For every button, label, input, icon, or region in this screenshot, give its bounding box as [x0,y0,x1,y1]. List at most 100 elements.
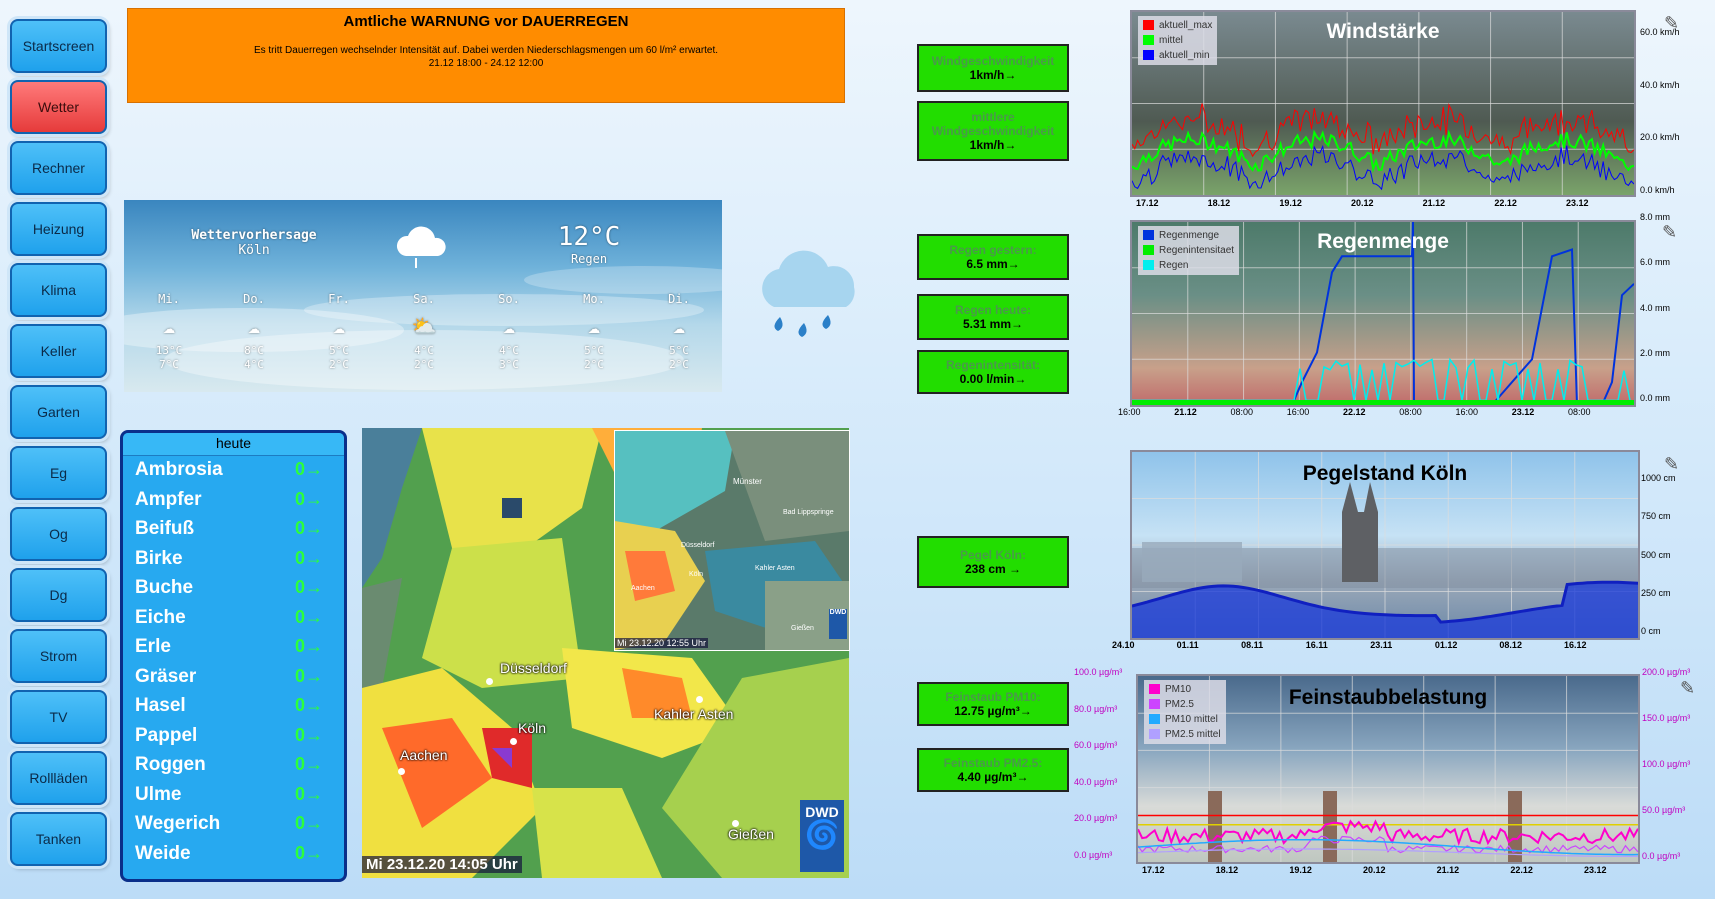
nav-button-klima[interactable]: Klima [10,263,107,317]
rain-today-box[interactable]: Regen heute: 5.31 mm→ [917,294,1069,340]
x-tick-label: 24.10 [1112,640,1135,650]
inset-dwd-logo: DWD [829,609,847,639]
current-temp: 12°C [557,222,621,252]
forecast-day: Fr. ☁ 5°C 2°C [300,292,378,372]
rain-chart[interactable]: Regenmenge Regenmenge Regenintensitaet Reg… [1130,220,1636,407]
x-tick-label: 23.11 [1370,640,1393,650]
pollen-row-wegerich: Wegerich 0→ [135,813,335,841]
legend-item: aktuell_min [1143,48,1212,63]
y-tick-label: 500 cm [1641,549,1671,560]
pollen-name: Beifuß [135,518,195,539]
nav-button-eg[interactable]: Eg [10,446,107,500]
x-tick-label: 21.12 [1422,198,1446,208]
forecast-day-name: Do. [243,292,265,306]
nav-button-rechner[interactable]: Rechner [10,141,107,195]
legend-label: mittel [1159,35,1183,46]
city-label-giessen: Gießen [728,826,774,842]
inset-city-muenster: Münster [733,477,762,486]
wind-chart[interactable]: Windstärke aktuell_max mittel aktuell_min [1130,10,1636,197]
pegel-chart[interactable]: Pegelstand Köln [1130,450,1640,640]
nav-button-wetter[interactable]: Wetter [10,80,107,134]
pegel-value: 238 cm → [964,562,1022,576]
pollen-value: 0→ [295,695,324,715]
pollen-value: 0→ [295,783,324,804]
city-marker [486,678,493,685]
legend-label: aktuell_min [1159,50,1210,61]
wind-speed-box[interactable]: Windgeschwindigkeit 1km/h→ [917,44,1069,92]
rain-intensity-value: 0.00 l/min→ [959,372,1027,386]
rain-intensity-bars [1132,400,1634,405]
forecast-day-name: Mi. [158,292,180,306]
city-label-koeln: Köln [518,720,547,736]
city-marker [696,696,703,703]
y-tick-label: 0.0 km/h [1640,185,1675,195]
pollen-row-birke: Birke 0→ [135,548,335,576]
x-tick-label: 18.12 [1215,865,1239,875]
forecast-day: So. ☁ 4°C 3°C [470,292,548,372]
pegel-box[interactable]: Pegel Köln: 238 cm → [917,536,1069,588]
pollen-name: Erle [135,636,171,657]
edit-rain-chart-icon[interactable]: ✎ [1662,222,1677,243]
crane-building [1142,542,1242,582]
x-tick-label: 16:00 [1118,407,1141,417]
city-label-kahler-asten: Kahler Asten [654,706,734,722]
forecast-day-name: Mo. [583,292,605,306]
edit-pm-chart-icon[interactable]: ✎ [1680,678,1695,699]
warning-text: Es tritt Dauerregen wechselnder Intensit… [128,44,844,70]
avg-wind-speed-box[interactable]: mittlere Windgeschwindigkeit 1km/h→ [917,101,1069,161]
legend-item: PM2.5 mittel [1149,727,1221,742]
legend-label: Regenmenge [1159,230,1220,241]
city-marker [398,768,405,775]
legend-swatch [1143,20,1154,31]
nav-button-heizung[interactable]: Heizung [10,202,107,256]
warning-line1: Es tritt Dauerregen wechselnder Intensit… [253,45,719,56]
pollen-row-hasel: Hasel 0→ [135,695,335,723]
y-tick-label: 150.0 µg/m³ [1642,713,1691,723]
nav-button-rollläden[interactable]: Rollläden [10,751,107,805]
rain-intensity-box[interactable]: Regenintensität: 0.00 l/min→ [917,350,1069,394]
nav-button-startscreen[interactable]: Startscreen [10,19,107,73]
legend-swatch [1149,714,1160,725]
forecast-day-name: Di. [668,292,690,306]
nav-button-keller[interactable]: Keller [10,324,107,378]
rain-yesterday-box[interactable]: Regen gestern: 6.5 mm→ [917,234,1069,280]
pollen-name: Ampfer [135,488,202,510]
rain-cloud-icon [762,250,855,337]
forecast-day-name: So. [498,292,520,306]
legend-item: PM10 [1149,682,1221,697]
edit-pegel-chart-icon[interactable]: ✎ [1664,454,1679,475]
nav-button-strom[interactable]: Strom [10,629,107,683]
legend-swatch [1143,260,1154,271]
nav-button-tanken[interactable]: Tanken [10,812,107,866]
forecast-heading: Wettervorhersage [191,228,317,243]
y-tick-label: 20.0 km/h [1640,132,1680,143]
pollen-header: heute [123,433,344,456]
pm25-box[interactable]: Feinstaub PM2.5: 4.40 µg/m³→ [917,748,1069,792]
pollen-row-buche: Buche 0→ [135,577,335,605]
pm10-box[interactable]: Feinstaub PM10: 12.75 µg/m³→ [917,682,1069,726]
y-tick-label: 250 cm [1641,587,1671,598]
rain-yesterday-value: 6.5 mm→ [966,257,1020,271]
forecast-day-high: 5°C [669,344,689,357]
pollen-row-ampfer: Ampfer 0→ [135,489,335,517]
rain-today-label: Regen heute: [954,303,1031,317]
x-tick-label: 23.12 [1584,865,1607,875]
city-marker [510,738,517,745]
pm-chart[interactable]: Feinstaubbelastung PM10 PM2.5 PM10 mittel P… [1136,674,1640,864]
pollen-name: Eiche [135,606,186,628]
y-tick-label: 0 cm [1641,626,1661,636]
pollen-value: 0→ [295,754,324,774]
nav-button-dg[interactable]: Dg [10,568,107,622]
pollen-value: 0→ [295,606,324,627]
y-tick-label: 0.0 mm [1640,393,1671,403]
nav-button-tv[interactable]: TV [10,690,107,744]
radar-inset-map[interactable]: Münster Bad Lippspringe Düsseldorf Köln … [614,430,850,651]
inset-timestamp: Mi 23.12.20 12:55 Uhr [615,638,709,648]
x-tick-label: 16:00 [1455,407,1479,417]
inset-city-aachen: Aachen [631,585,655,592]
nav-button-garten[interactable]: Garten [10,385,107,439]
pollen-row-pappel: Pappel 0→ [135,725,335,753]
nav-button-og[interactable]: Og [10,507,107,561]
legend-label: PM2.5 [1165,699,1194,710]
legend-swatch [1149,684,1160,695]
